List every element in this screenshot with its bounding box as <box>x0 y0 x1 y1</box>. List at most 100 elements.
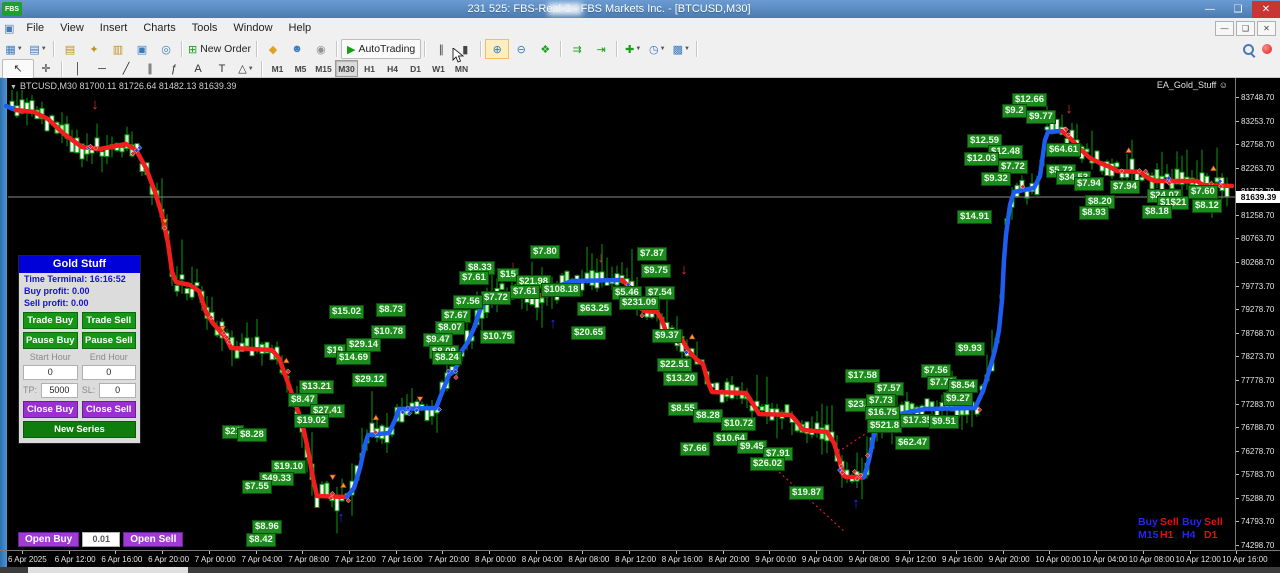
channel-tool-icon[interactable]: ∥ <box>138 59 162 79</box>
dropdown-arrow-icon[interactable]: ▼ <box>660 46 666 52</box>
zoom-out-icon[interactable]: ⊖ <box>509 39 533 59</box>
maximize-button[interactable]: ❑ <box>1224 1 1252 18</box>
metaeditor-icon[interactable]: ◆ <box>261 39 285 59</box>
profit-label: $231.09 <box>619 296 660 310</box>
menu-tools[interactable]: Tools <box>184 21 226 35</box>
timeframe-w1[interactable]: W1 <box>427 60 450 77</box>
pause-buy-button[interactable]: Pause Buy <box>23 332 78 349</box>
autotrading-button[interactable]: ▶ AutoTrading <box>340 39 422 59</box>
sl-input[interactable]: 0 <box>99 383 136 398</box>
chart-restore-button[interactable]: ❑ <box>1236 20 1255 36</box>
time-axis[interactable]: 6 Apr 2025 6 Apr 12:00 6 Apr 16:00 6 Apr 20… <box>0 550 1280 567</box>
navigator-icon[interactable]: ✦ <box>82 39 106 59</box>
community-icon[interactable]: ☻ <box>285 39 309 59</box>
profit-label: $20.65 <box>571 326 607 340</box>
start-hour-input[interactable]: 0 <box>23 365 78 380</box>
templates-icon[interactable]: ▩ ▼ <box>669 39 693 59</box>
chart-close-button[interactable]: ✕ <box>1257 20 1276 36</box>
price-tick: 77283.70 <box>1235 399 1275 409</box>
signal-cell: Buy <box>1182 516 1202 528</box>
end-hour-label: End Hour <box>89 352 128 362</box>
timeframe-d1[interactable]: D1 <box>404 60 427 77</box>
menu-charts[interactable]: Charts <box>135 21 183 35</box>
lot-size-input[interactable]: 0.01 <box>82 532 121 547</box>
profiles-icon[interactable]: ▤ ▼ <box>26 39 50 59</box>
dropdown-arrow-icon[interactable]: ▼ <box>41 46 47 52</box>
time-tick: 8 Apr 16:00 <box>661 551 703 564</box>
time-tick: 7 Apr 08:00 <box>288 551 330 564</box>
time-tick: 7 Apr 16:00 <box>381 551 423 564</box>
zoom-in-icon[interactable]: ⊕ <box>485 39 510 59</box>
crosshair-tool-icon[interactable]: ✛ <box>34 59 58 79</box>
profit-label: $10.75 <box>480 330 516 344</box>
notifications-speaker-icon[interactable]: ◉ <box>309 39 333 59</box>
price-tick: 74298.70 <box>1235 541 1275 551</box>
menu-file[interactable]: File <box>18 21 52 35</box>
close-buy-button[interactable]: Close Buy <box>23 401 78 418</box>
terminal-icon[interactable]: ▣ <box>130 39 154 59</box>
close-sell-button[interactable]: Close Sell <box>81 401 136 418</box>
periods-icon[interactable]: ◷ ▼ <box>645 39 669 59</box>
minimize-button[interactable]: — <box>1196 1 1224 18</box>
tp-input[interactable]: 5000 <box>41 383 78 398</box>
sell-arrow-icon: ↓ <box>91 96 99 113</box>
strategy-tester-icon[interactable]: ◎ <box>154 39 178 59</box>
open-buy-button[interactable]: Open Buy <box>18 532 80 547</box>
indicators-list-icon[interactable]: ✚ ▼ <box>621 39 645 59</box>
new-chart-icon[interactable]: ▦ ▼ <box>2 39 26 59</box>
timeframe-m30[interactable]: M30 <box>335 60 358 77</box>
bar-chart-icon[interactable]: ∥ <box>429 39 453 59</box>
menu-view[interactable]: View <box>52 21 92 35</box>
menu-bar: ▣ File View Insert Charts Tools Window Help — ❑… <box>0 18 1280 39</box>
price-tick: 75783.70 <box>1235 470 1275 480</box>
signal-cell: H4 <box>1182 529 1196 541</box>
pause-sell-button[interactable]: Pause Sell <box>81 332 136 349</box>
dropdown-arrow-icon[interactable]: ▼ <box>684 46 690 52</box>
price-tick: 81258.70 <box>1235 210 1275 220</box>
market-watch-icon[interactable]: ▤ <box>58 39 82 59</box>
profit-label: $8.24 <box>432 351 462 365</box>
profit-label: $7.72 <box>481 291 511 305</box>
new-series-button[interactable]: New Series <box>23 421 136 438</box>
dropdown-arrow-icon[interactable]: ▼ <box>635 46 641 52</box>
shapes-tool-icon[interactable]: △ ▼ <box>234 59 258 79</box>
notification-bulb-icon[interactable] <box>1262 44 1272 54</box>
timeframe-m1[interactable]: M1 <box>266 60 289 77</box>
data-window-icon[interactable]: ▥ <box>106 39 130 59</box>
time-terminal: Time Terminal: 16:16:52 <box>24 274 126 284</box>
open-sell-button[interactable]: Open Sell <box>123 532 184 547</box>
search-icon[interactable] <box>1243 43 1254 55</box>
timeframe-m5[interactable]: M5 <box>289 60 312 77</box>
timeframe-m15[interactable]: M15 <box>312 60 335 77</box>
fibonacci-tool-icon[interactable]: ƒ <box>162 59 186 79</box>
horizontal-line-tool-icon[interactable]: ─ <box>90 59 114 79</box>
bottom-strip <box>0 567 1280 573</box>
menu-insert[interactable]: Insert <box>92 21 136 35</box>
new-order-button[interactable]: ⊞ New Order <box>186 39 253 59</box>
price-tick: 74793.70 <box>1235 517 1275 527</box>
standard-toolbar: ▦ ▼ ▤ ▼ ▤ ✦ ▥ ▣ ◎ ⊞ New Order ◆ ☻ ◉ ▶ AutoTrading ∥ ▮ ⊕ ⊖ ❖ ⇉… <box>0 38 1280 60</box>
menu-window[interactable]: Window <box>225 21 280 35</box>
profit-label: $13.20 <box>663 372 699 386</box>
timeframe-h4[interactable]: H4 <box>381 60 404 77</box>
close-button[interactable]: ✕ <box>1252 0 1280 18</box>
timeframe-h1[interactable]: H1 <box>358 60 381 77</box>
cursor-tool-icon[interactable]: ↖ <box>2 58 34 79</box>
profit-label: $9.51 <box>929 415 959 429</box>
trade-buy-button[interactable]: Trade Buy <box>23 312 78 329</box>
end-hour-input[interactable]: 0 <box>81 365 136 380</box>
trade-sell-button[interactable]: Trade Sell <box>81 312 136 329</box>
auto-scroll-icon[interactable]: ⇉ <box>565 39 589 59</box>
dropdown-arrow-icon[interactable]: ▼ <box>17 46 23 52</box>
chart-shift-icon[interactable]: ⇥ <box>589 39 613 59</box>
mt4-window: FBS 231 525: FBS-Real-3 - FBS Markets In… <box>0 0 1280 573</box>
text-tool-icon[interactable]: A <box>186 59 210 79</box>
label-tool-icon[interactable]: T <box>210 59 234 79</box>
tile-windows-icon[interactable]: ❖ <box>533 39 557 59</box>
menu-help[interactable]: Help <box>281 21 320 35</box>
chart-minimize-button[interactable]: — <box>1215 20 1234 36</box>
trendline-tool-icon[interactable]: ╱ <box>114 59 138 79</box>
price-axis[interactable]: 81639.39 83748.70 83253.70 82758.70 82263.7… <box>1235 78 1280 550</box>
vertical-line-tool-icon[interactable]: │ <box>66 59 90 79</box>
time-tick: 10 Apr 04:00 <box>1082 551 1128 564</box>
